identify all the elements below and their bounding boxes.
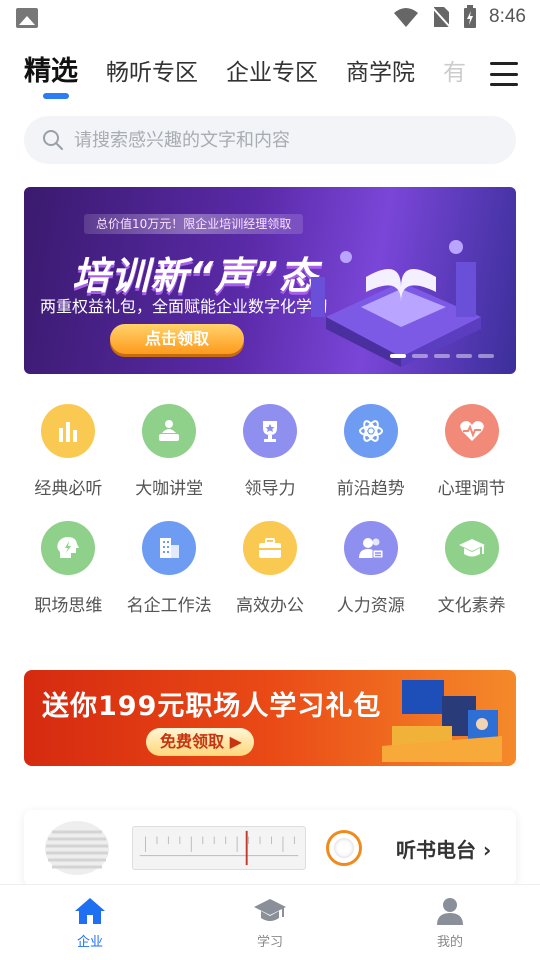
people-icon <box>343 521 398 575</box>
book-platform-illustration <box>311 240 481 367</box>
radio-knob-icon <box>326 830 362 866</box>
category-label: 大咖讲堂 <box>135 479 204 499</box>
wifi-icon <box>394 8 419 27</box>
category-label: 职场思维 <box>34 596 103 616</box>
category-label: 前沿趋势 <box>336 479 405 499</box>
banner-subtitle: 两重权益礼包，全面赋能企业数字化学习 <box>40 297 329 316</box>
category-item[interactable]: 文化素养 <box>421 521 522 616</box>
radio-label: 听书电台 › <box>396 838 492 862</box>
radio-tuner-dial <box>132 826 306 870</box>
category-label: 高效办公 <box>235 596 304 616</box>
category-item[interactable]: 职场思维 <box>18 521 119 616</box>
category-item[interactable]: 高效办公 <box>220 521 321 616</box>
promo-title: 送你199元职场人学习礼包 <box>42 691 382 722</box>
graduation-cap-icon <box>254 899 286 921</box>
heartbeat-icon <box>444 404 499 458</box>
trophy-icon <box>242 404 297 458</box>
banner-tagline: 总价值10万元！限企业培训经理领取 <box>84 214 304 234</box>
category-item[interactable]: 经典必听 <box>18 404 119 499</box>
category-label: 经典必听 <box>34 479 103 499</box>
nav-label: 企业 <box>76 935 103 950</box>
clock-time: 8:46 <box>489 6 526 27</box>
speaker-grille-icon <box>45 821 109 875</box>
promo-cta-button[interactable]: 免费领取 ▶ <box>146 728 254 756</box>
tab-audio-zone[interactable]: 畅听专区 <box>106 51 198 95</box>
no-sim-icon <box>431 6 451 28</box>
nav-learning[interactable]: 学习 <box>180 885 360 960</box>
category-label: 心理调节 <box>437 479 506 499</box>
lecturer-icon <box>142 404 197 458</box>
nav-label: 学习 <box>256 935 283 950</box>
search-input[interactable] <box>74 129 474 151</box>
banner-headline: 培训新“声”态 <box>72 254 318 298</box>
home-icon <box>75 898 105 924</box>
promo-banner[interactable]: 送你199元职场人学习礼包 免费领取 ▶ <box>24 670 516 766</box>
category-label: 文化素养 <box>437 596 506 616</box>
tab-enterprise-zone[interactable]: 企业专区 <box>226 51 318 95</box>
tab-business-school[interactable]: 商学院 <box>346 51 415 95</box>
category-item[interactable]: 前沿趋势 <box>320 404 421 499</box>
search-icon <box>43 130 63 150</box>
active-tab-indicator <box>43 93 69 99</box>
bar-chart-icon <box>41 404 96 458</box>
image-notification-icon <box>16 8 38 28</box>
category-item[interactable]: 大咖讲堂 <box>119 404 220 499</box>
category-grid: 经典必听 大咖讲堂 领导力 前沿趋势 心理调节 职场思维 名企工作法 高效办公 … <box>18 404 522 616</box>
user-icon <box>437 898 463 925</box>
bottom-navigation: 企业 学习 我的 <box>0 884 540 960</box>
battery-charging-icon <box>464 5 477 28</box>
category-label: 名企工作法 <box>126 596 212 616</box>
search-bar[interactable] <box>24 116 516 164</box>
tab-overflow[interactable]: 有 <box>443 51 466 95</box>
head-bolt-icon <box>41 521 96 575</box>
status-bar: 8:46 <box>0 0 540 36</box>
category-item[interactable]: 心理调节 <box>421 404 522 499</box>
briefcase-icon <box>242 521 297 575</box>
category-label: 领导力 <box>244 479 296 499</box>
category-label: 人力资源 <box>336 596 405 616</box>
category-item[interactable]: 人力资源 <box>320 521 421 616</box>
graduation-cap-icon <box>444 521 499 575</box>
banner-pagination <box>390 354 494 358</box>
menu-icon[interactable] <box>490 62 518 86</box>
nav-label: 我的 <box>436 935 463 950</box>
banner-cta-button[interactable]: 点击领取 <box>110 324 244 354</box>
building-icon <box>142 521 197 575</box>
hero-banner[interactable]: 总价值10万元！限企业培训经理领取 培训新“声”态 两重权益礼包，全面赋能企业数… <box>24 187 516 374</box>
gift-books-illustration <box>382 680 502 762</box>
category-item[interactable]: 领导力 <box>220 404 321 499</box>
nav-profile[interactable]: 我的 <box>360 885 540 960</box>
atom-icon <box>343 404 398 458</box>
category-item[interactable]: 名企工作法 <box>119 521 220 616</box>
audiobook-radio-card[interactable]: 听书电台 › <box>24 810 516 886</box>
top-tab-bar: 精选 畅听专区 企业专区 商学院有 <box>24 50 470 106</box>
nav-enterprise[interactable]: 企业 <box>0 885 180 960</box>
tab-featured[interactable]: 精选 <box>24 50 78 94</box>
